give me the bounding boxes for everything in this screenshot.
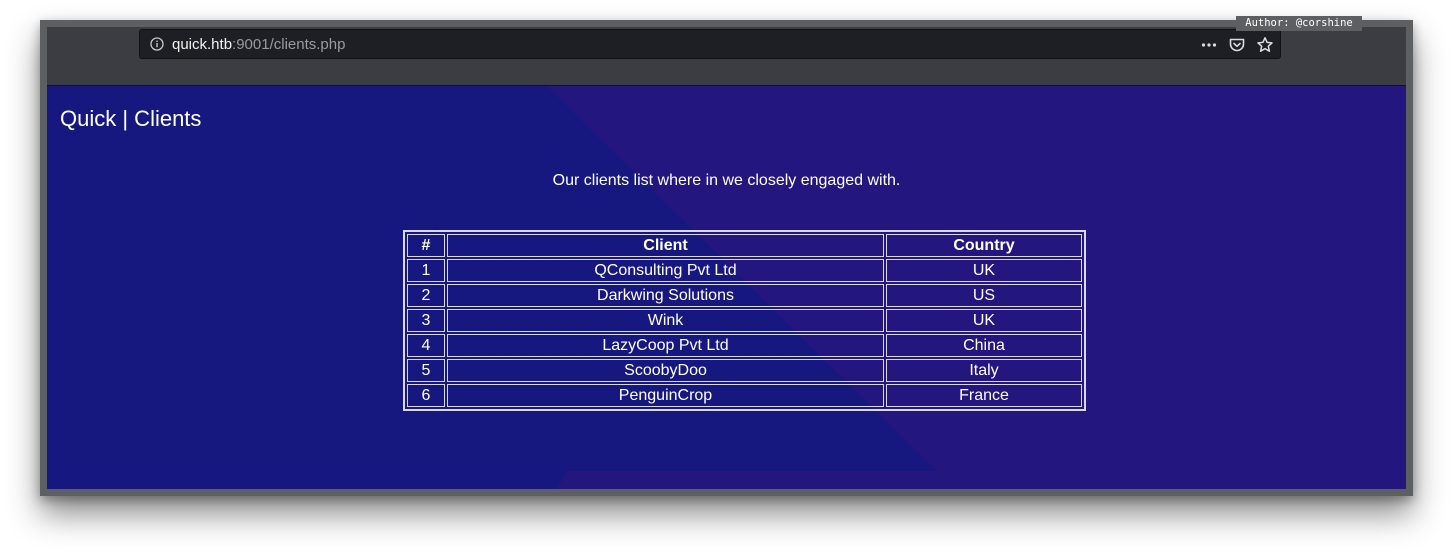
- cell-client: PenguinCrop: [447, 384, 884, 407]
- column-header-country: Country: [886, 234, 1082, 257]
- cell-country: UK: [886, 259, 1082, 282]
- cell-number: 1: [407, 259, 445, 282]
- cell-country: China: [886, 334, 1082, 357]
- cell-client: ScoobyDoo: [447, 359, 884, 382]
- clients-table: # Client Country 1 QConsulting Pvt Ltd U…: [403, 230, 1086, 411]
- table-row: 3 Wink UK: [407, 309, 1082, 332]
- cell-country: UK: [886, 309, 1082, 332]
- cell-number: 5: [407, 359, 445, 382]
- author-tag: Author: @corshine: [1236, 16, 1362, 31]
- table-header-row: # Client Country: [407, 234, 1082, 257]
- table-row: 4 LazyCoop Pvt Ltd China: [407, 334, 1082, 357]
- url-host: quick.htb: [172, 36, 233, 53]
- url-path: :9001/clients.php: [232, 36, 346, 53]
- column-header-number: #: [407, 234, 445, 257]
- cell-client: Wink: [447, 309, 884, 332]
- cell-client: LazyCoop Pvt Ltd: [447, 334, 884, 357]
- table-row: 1 QConsulting Pvt Ltd UK: [407, 259, 1082, 282]
- cell-country: France: [886, 384, 1082, 407]
- cell-client: Darkwing Solutions: [447, 284, 884, 307]
- cell-number: 2: [407, 284, 445, 307]
- bookmark-star-icon[interactable]: [1256, 36, 1274, 54]
- page-title: Quick | Clients: [60, 106, 202, 131]
- cell-number: 4: [407, 334, 445, 357]
- cell-country: Italy: [886, 359, 1082, 382]
- table-row: 6 PenguinCrop France: [407, 384, 1082, 407]
- cell-number: 3: [407, 309, 445, 332]
- cell-client: QConsulting Pvt Ltd: [447, 259, 884, 282]
- screenshot-frame: quick.htb:9001/clients.php Quick | Clien…: [40, 20, 1413, 496]
- url-bar[interactable]: quick.htb:9001/clients.php: [139, 29, 1281, 59]
- table-row: 5 ScoobyDoo Italy: [407, 359, 1082, 382]
- cell-number: 6: [407, 384, 445, 407]
- page-content: Quick | Clients Our clients list where i…: [47, 86, 1406, 489]
- browser-toolbar: quick.htb:9001/clients.php: [47, 27, 1406, 86]
- info-icon[interactable]: [150, 37, 164, 51]
- page-subtitle: Our clients list where in we closely eng…: [552, 172, 901, 189]
- cell-country: US: [886, 284, 1082, 307]
- url-text[interactable]: quick.htb:9001/clients.php: [172, 36, 345, 53]
- browser-window: quick.htb:9001/clients.php Quick | Clien…: [47, 27, 1406, 489]
- column-header-client: Client: [447, 234, 884, 257]
- pocket-icon[interactable]: [1228, 36, 1246, 54]
- table-row: 2 Darkwing Solutions US: [407, 284, 1082, 307]
- more-actions-icon[interactable]: [1200, 36, 1218, 54]
- url-actions: [1200, 35, 1274, 55]
